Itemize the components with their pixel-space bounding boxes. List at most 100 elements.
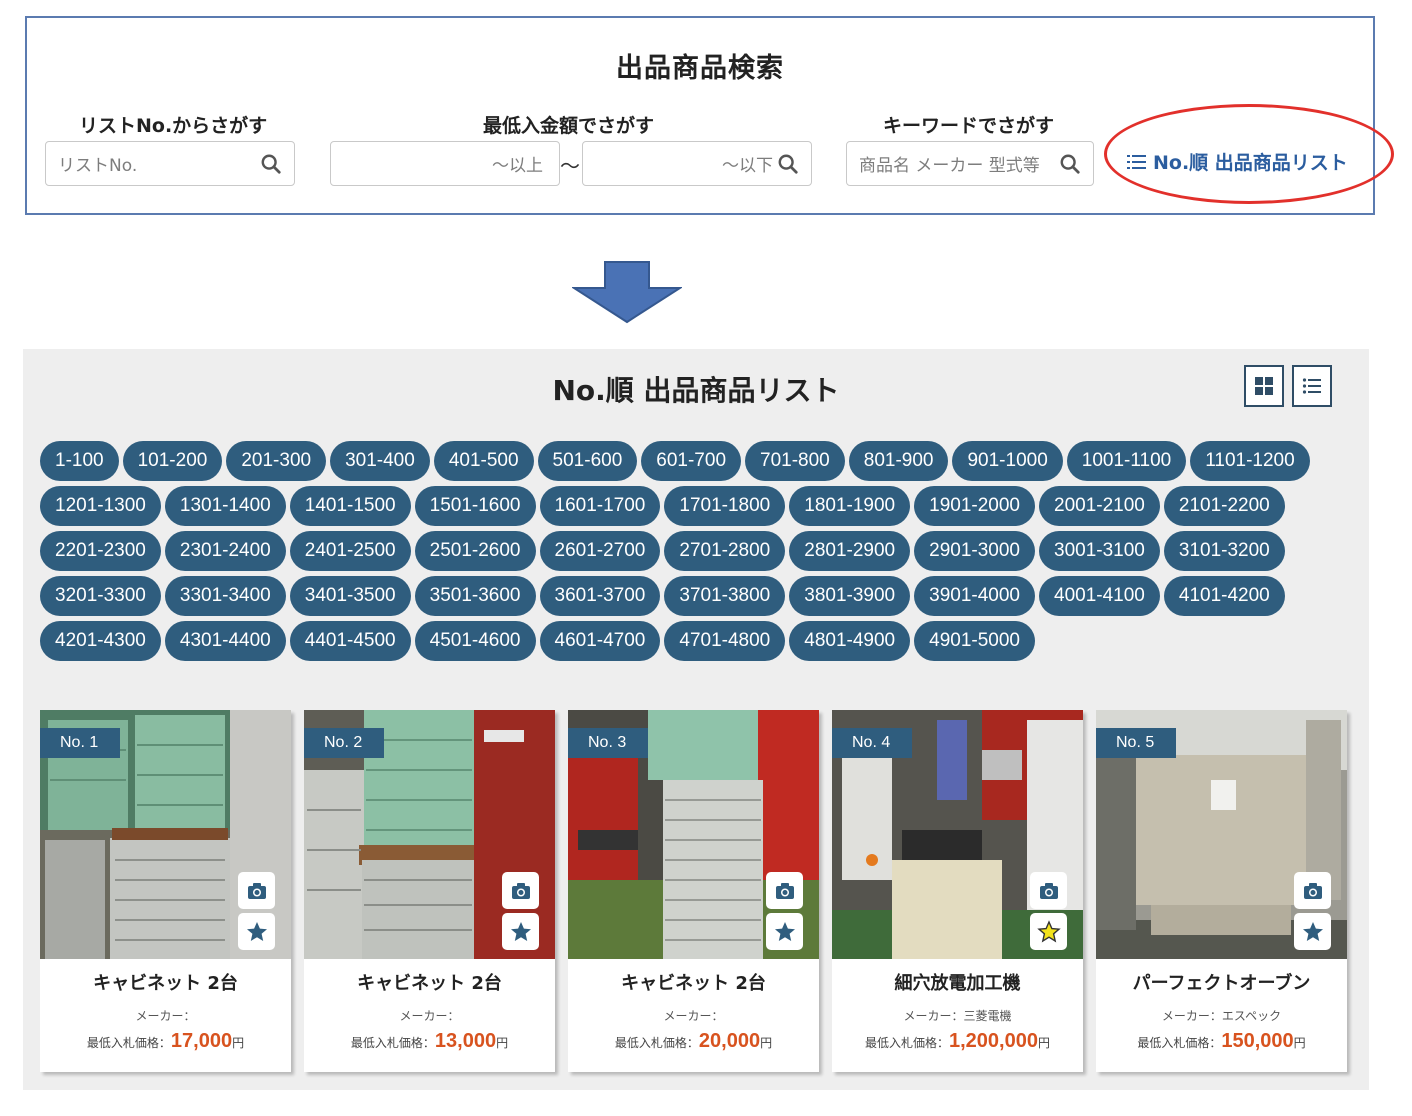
- range-filter-pill[interactable]: 4201-4300: [40, 621, 161, 661]
- range-filter-pill[interactable]: 3801-3900: [789, 576, 911, 616]
- product-photo[interactable]: No. 5: [1096, 710, 1347, 959]
- range-filter-pill[interactable]: 601-700: [641, 441, 742, 481]
- highlight-circle: [1104, 104, 1394, 204]
- range-filter-pill[interactable]: 201-300: [226, 441, 327, 481]
- photo-button[interactable]: [502, 872, 539, 909]
- camera-icon: [247, 882, 266, 899]
- range-filter-pill[interactable]: 1301-1400: [164, 486, 286, 526]
- item-number-badge: No. 5: [1096, 728, 1177, 758]
- range-filter-pill[interactable]: 4301-4400: [164, 621, 286, 661]
- range-filter-pill[interactable]: 4001-4100: [1039, 576, 1160, 616]
- product-name[interactable]: キャビネット 2台: [568, 969, 819, 995]
- range-filter-pill[interactable]: 4501-4600: [414, 621, 536, 661]
- product-name[interactable]: パーフェクトオーブン: [1096, 969, 1347, 995]
- star-icon: [1302, 921, 1323, 941]
- product-photo[interactable]: No. 1: [40, 710, 291, 959]
- range-filter-pill[interactable]: 401-500: [433, 441, 534, 481]
- product-card[interactable]: No. 5 パーフェクトオーブン メーカー：エスペック 最低入札価格：150,0…: [1096, 710, 1347, 1072]
- favorite-button[interactable]: [766, 913, 803, 950]
- range-filter-pill[interactable]: 701-800: [745, 441, 845, 481]
- search-icon[interactable]: [1059, 153, 1081, 175]
- range-filter-pill[interactable]: 2601-2700: [539, 531, 661, 571]
- product-card[interactable]: No. 3 キャビネット 2台 メーカー： 最低入札価格：20,000円: [568, 710, 819, 1072]
- product-card[interactable]: No. 2 キャビネット 2台 メーカー： 最低入札価格：13,000円: [304, 710, 555, 1072]
- price-separator: ～: [560, 154, 580, 178]
- range-filter-pill[interactable]: 4601-4700: [539, 621, 661, 661]
- product-photo[interactable]: No. 2: [304, 710, 555, 959]
- photo-button[interactable]: [766, 872, 803, 909]
- product-photo[interactable]: No. 4: [832, 710, 1083, 959]
- product-name[interactable]: 細穴放電加工機: [832, 969, 1083, 995]
- range-filter-pill[interactable]: 2401-2500: [289, 531, 411, 571]
- range-filter-pill[interactable]: 1001-1100: [1066, 441, 1187, 481]
- range-filter-pill[interactable]: 1501-1600: [414, 486, 536, 526]
- range-filter-pill[interactable]: 1201-1300: [40, 486, 161, 526]
- range-filter-pill[interactable]: 3401-3500: [289, 576, 411, 616]
- photo-button[interactable]: [1030, 872, 1067, 909]
- product-name[interactable]: キャビネット 2台: [304, 969, 555, 995]
- price-min-input[interactable]: ～以上: [330, 141, 560, 186]
- range-filter-pill[interactable]: 2501-2600: [414, 531, 536, 571]
- range-filter-pill[interactable]: 2801-2900: [789, 531, 911, 571]
- product-list-panel: No.順 出品商品リスト 1-100 101-200 201-300 301-400 4…: [23, 349, 1369, 1090]
- range-filter-pill[interactable]: 3501-3600: [414, 576, 536, 616]
- product-name[interactable]: キャビネット 2台: [40, 969, 291, 995]
- range-filter-pill[interactable]: 3001-3100: [1039, 531, 1160, 571]
- range-filter-pill[interactable]: 1101-1200: [1190, 441, 1310, 481]
- grid-view-button[interactable]: [1244, 365, 1284, 407]
- favorite-button[interactable]: [502, 913, 539, 950]
- range-filter-pill[interactable]: 301-400: [330, 441, 430, 481]
- range-filter-pill[interactable]: 3201-3300: [40, 576, 161, 616]
- list-view-button[interactable]: [1292, 365, 1332, 407]
- product-maker: メーカー：: [135, 1009, 196, 1023]
- range-filter-pill[interactable]: 3301-3400: [164, 576, 286, 616]
- camera-icon: [775, 882, 794, 899]
- range-filter-pill[interactable]: 2701-2800: [664, 531, 786, 571]
- range-filter-pill[interactable]: 2301-2400: [164, 531, 286, 571]
- star-icon: [246, 921, 267, 941]
- range-filter-pill[interactable]: 3601-3700: [539, 576, 661, 616]
- range-filter-pill[interactable]: 2001-2100: [1039, 486, 1160, 526]
- list-no-input[interactable]: リストNo.: [45, 141, 295, 186]
- range-filter-pill[interactable]: 1901-2000: [914, 486, 1035, 526]
- price-currency: 円: [496, 1036, 509, 1050]
- product-maker: メーカー：: [399, 1009, 460, 1023]
- search-icon[interactable]: [777, 153, 799, 175]
- keyword-label: キーワードでさがす: [883, 115, 1055, 137]
- product-card[interactable]: No. 1 キャビネット 2台 メーカー： 最低入札価格：17,000円: [40, 710, 291, 1072]
- range-filter-pill[interactable]: 4701-4800: [664, 621, 786, 661]
- price-max-input[interactable]: ～以下: [582, 141, 812, 186]
- range-filter-pill[interactable]: 1701-1800: [664, 486, 786, 526]
- price-min-placeholder: ～以上: [492, 156, 543, 176]
- search-icon[interactable]: [260, 153, 282, 175]
- range-filter-pill[interactable]: 901-1000: [952, 441, 1063, 481]
- range-filter-pill[interactable]: 4101-4200: [1163, 576, 1285, 616]
- product-maker: メーカー：エスペック: [1161, 1009, 1282, 1023]
- list-no-label: リストNo.からさがす: [79, 115, 268, 137]
- product-price: 最低入札価格：1,200,000円: [832, 1030, 1083, 1053]
- keyword-input[interactable]: 商品名 メーカー 型式等: [846, 141, 1094, 186]
- range-filter-pill[interactable]: 4401-4500: [289, 621, 411, 661]
- favorite-button[interactable]: [1294, 913, 1331, 950]
- range-filter-pill[interactable]: 4801-4900: [789, 621, 911, 661]
- range-filter-pill[interactable]: 1-100: [40, 441, 119, 481]
- range-filter-pill[interactable]: 3101-3200: [1163, 531, 1285, 571]
- range-filter-pill[interactable]: 2201-2300: [40, 531, 161, 571]
- favorite-button[interactable]: [1030, 913, 1067, 950]
- range-filter-pill[interactable]: 3701-3800: [664, 576, 786, 616]
- product-photo[interactable]: No. 3: [568, 710, 819, 959]
- range-filter-pill[interactable]: 1801-1900: [789, 486, 911, 526]
- range-filter-pill[interactable]: 1601-1700: [539, 486, 661, 526]
- range-filter-pill[interactable]: 3901-4000: [914, 576, 1035, 616]
- favorite-button[interactable]: [238, 913, 275, 950]
- range-filter-pill[interactable]: 2901-3000: [914, 531, 1035, 571]
- photo-button[interactable]: [238, 872, 275, 909]
- photo-button[interactable]: [1294, 872, 1331, 909]
- range-filter-pill[interactable]: 501-600: [537, 441, 638, 481]
- product-card[interactable]: No. 4 細穴放電加工機 メーカー：三菱電機 最低入札価格：1,200,000…: [832, 710, 1083, 1072]
- range-filter-pill[interactable]: 801-900: [848, 441, 949, 481]
- range-filter-pill[interactable]: 1401-1500: [289, 486, 411, 526]
- range-filter-pill[interactable]: 4901-5000: [914, 621, 1035, 661]
- range-filter-pill[interactable]: 2101-2200: [1163, 486, 1285, 526]
- range-filter-pill[interactable]: 101-200: [122, 441, 223, 481]
